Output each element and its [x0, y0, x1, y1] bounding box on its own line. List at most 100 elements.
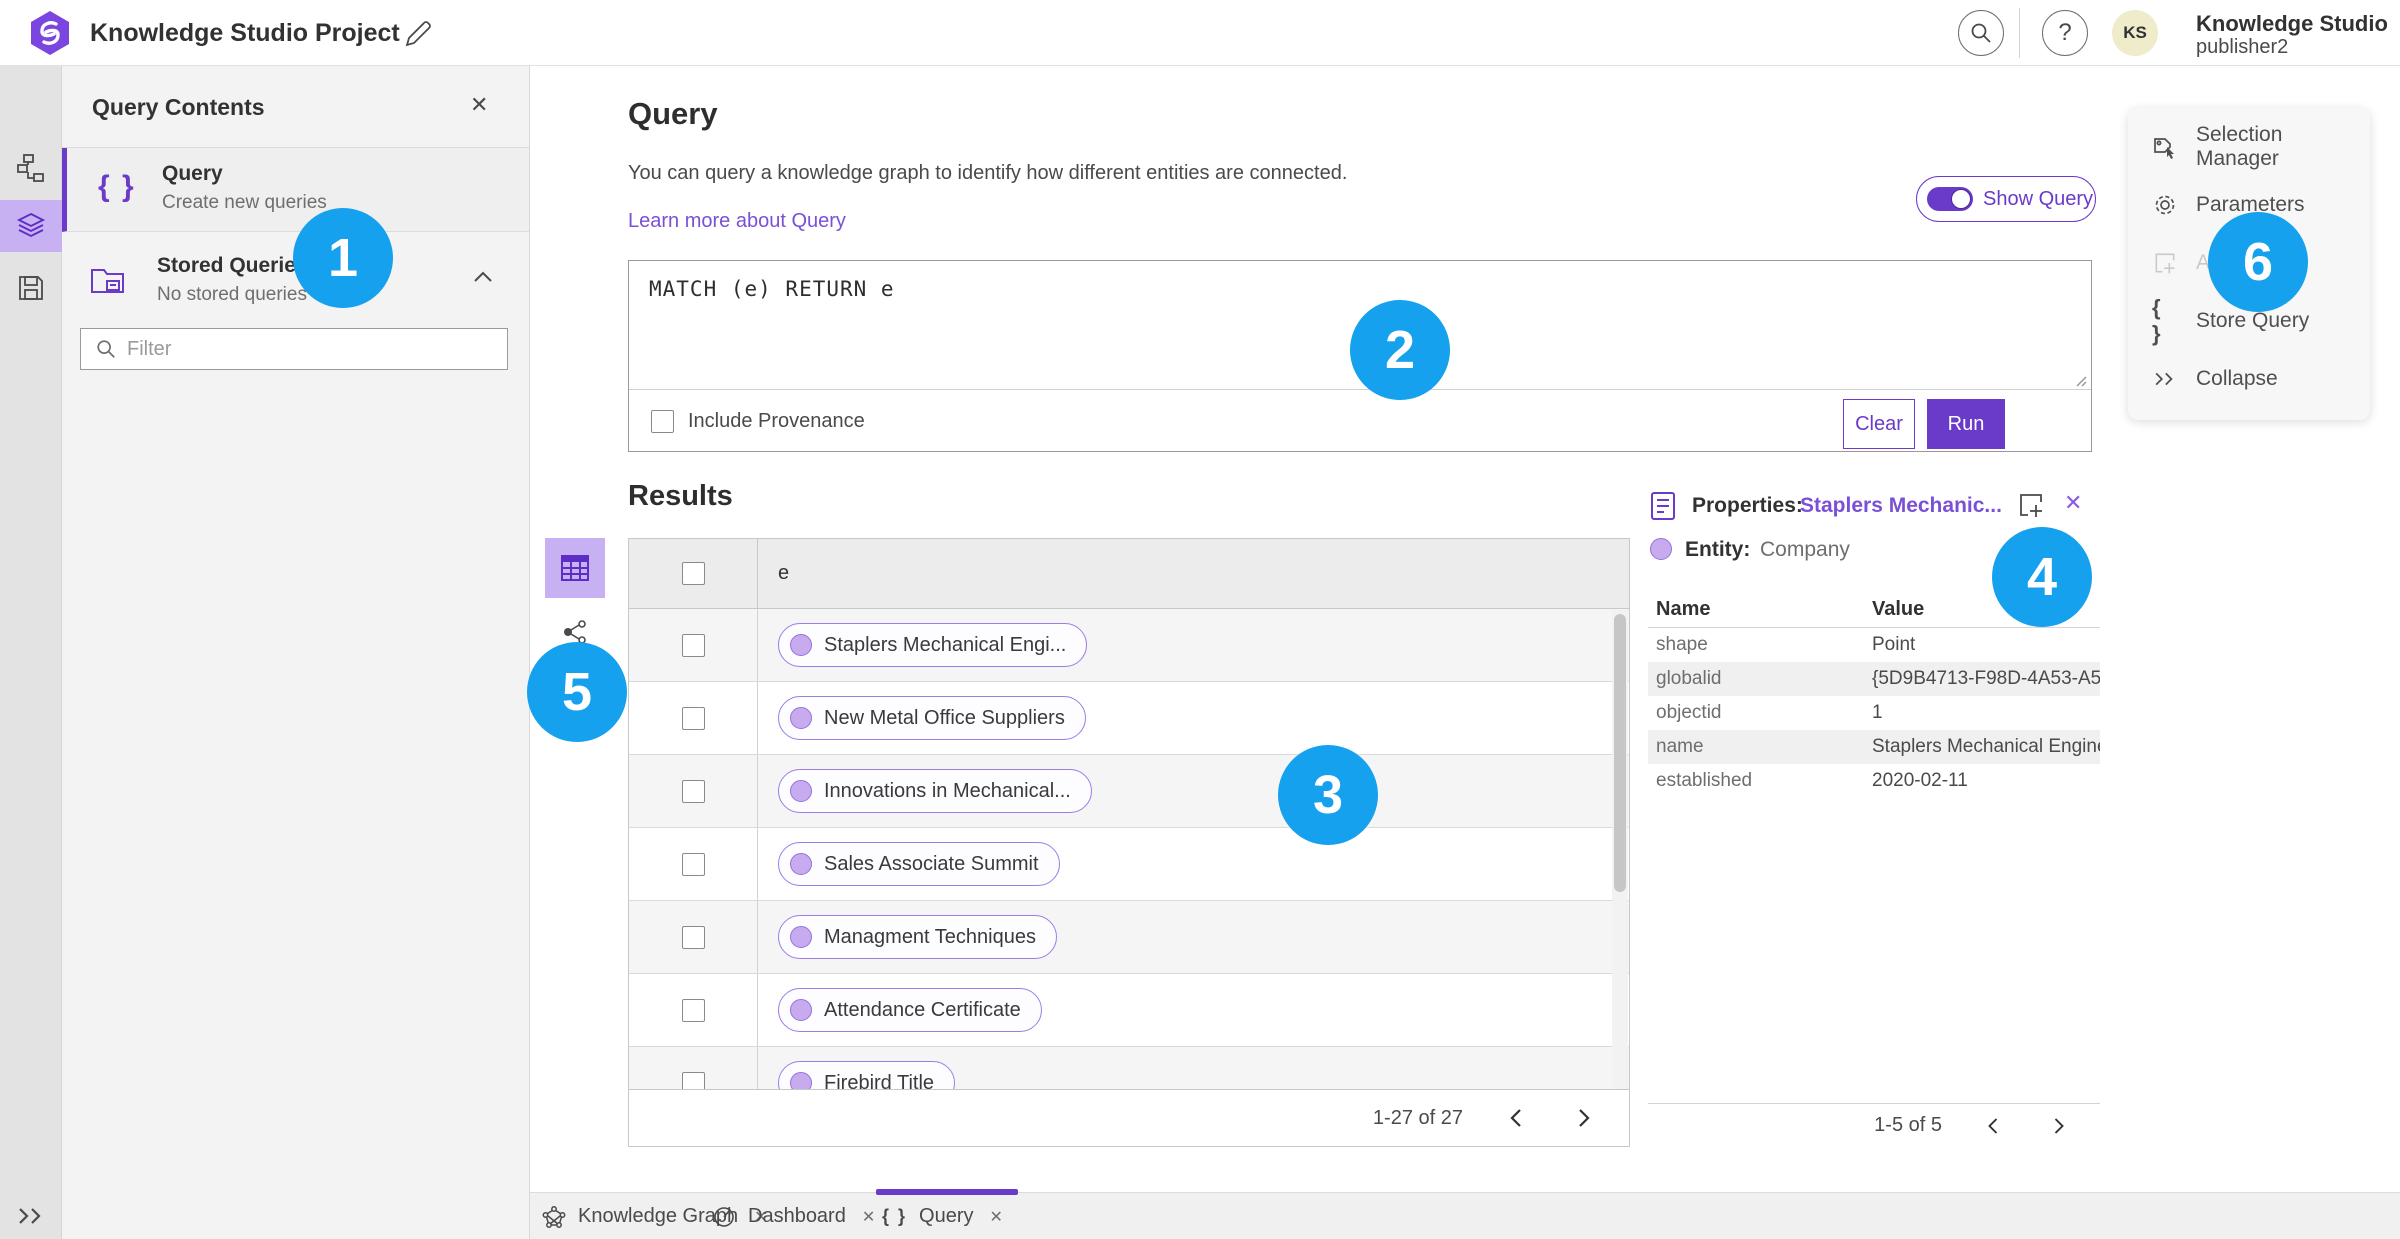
next-page-icon[interactable]: [1569, 1103, 1599, 1133]
entity-label: Entity:: [1685, 538, 1751, 561]
annotation-badge-5: 5: [527, 642, 627, 742]
query-contents-title: Query Contents: [92, 94, 265, 120]
selection-manager-icon: [2152, 134, 2178, 160]
property-value: {5D9B4713-F98D-4A53-A59F-C11...: [1872, 668, 2100, 689]
table-row[interactable]: Sales Associate Summit: [629, 828, 1629, 901]
property-value: Staplers Mechanical Engineering: [1872, 736, 2100, 757]
sidebar-item-query[interactable]: { } Query Create new queries: [62, 148, 529, 232]
entity-chip[interactable]: Firebird Title: [778, 1061, 956, 1091]
entity-chip[interactable]: Innovations in Mechanical...: [778, 769, 1092, 813]
user-name: Knowledge Studio: [2196, 11, 2388, 36]
entity-chip[interactable]: Managment Techniques: [778, 915, 1057, 959]
entity-dot-icon: [1650, 538, 1672, 560]
resize-handle-icon[interactable]: [2073, 373, 2087, 387]
row-checkbox[interactable]: [681, 998, 705, 1022]
tab-query-active[interactable]: { } Query ✕: [882, 1193, 1003, 1239]
show-query-toggle[interactable]: Show Query: [1916, 176, 2096, 222]
close-panel-icon[interactable]: ✕: [470, 92, 488, 118]
select-all-checkbox[interactable]: [681, 562, 705, 585]
prev-page-icon[interactable]: [1978, 1111, 2008, 1141]
table-row[interactable]: Staplers Mechanical Engi...: [629, 609, 1629, 682]
select-all-cell: [629, 539, 758, 608]
tab-dashboard[interactable]: Dashboard ✕: [712, 1193, 875, 1239]
hierarchy-icon[interactable]: [0, 142, 62, 194]
toggle-switch[interactable]: [1927, 187, 1973, 211]
menu-item-selection-manager[interactable]: Selection Manager: [2128, 118, 2370, 176]
row-checkbox[interactable]: [681, 852, 705, 876]
results-title: Results: [628, 480, 733, 512]
user-role: publisher2: [2196, 36, 2289, 58]
clear-button[interactable]: Clear: [1843, 399, 1915, 449]
property-row[interactable]: globalid {5D9B4713-F98D-4A53-A59F-C11...: [1648, 662, 2100, 696]
avatar[interactable]: KS: [2112, 10, 2158, 56]
properties-entity-link[interactable]: Staplers Mechanic...: [1800, 494, 2002, 518]
item-query-subtitle: Create new queries: [162, 192, 327, 213]
property-row[interactable]: name Staplers Mechanical Engineering: [1648, 730, 2100, 764]
entity-dot-icon: [790, 926, 812, 948]
scrollbar-thumb[interactable]: [1614, 614, 1626, 892]
col-header-name: Name: [1656, 598, 1711, 620]
add-to-new-icon[interactable]: [2016, 490, 2046, 520]
close-tab-icon[interactable]: ✕: [989, 1207, 1002, 1227]
results-table: e Staplers Mechanical Engi... New Metal …: [628, 538, 1630, 1147]
filter-search-icon: [97, 340, 115, 358]
next-page-icon[interactable]: [2044, 1111, 2074, 1141]
row-checkbox[interactable]: [681, 925, 705, 949]
results-table-header: e: [629, 539, 1629, 609]
collapse-chevrons-icon: [2152, 370, 2178, 388]
property-name: shape: [1656, 634, 1708, 655]
properties-label: Properties:: [1692, 494, 1803, 517]
entity-dot-icon: [790, 780, 812, 802]
entity-chip[interactable]: Attendance Certificate: [778, 988, 1042, 1032]
prev-page-icon[interactable]: [1501, 1103, 1531, 1133]
include-provenance-checkbox[interactable]: [651, 409, 674, 433]
expand-panel-icon[interactable]: [0, 1190, 62, 1239]
property-row[interactable]: established 2020-02-11: [1648, 764, 2100, 798]
table-row[interactable]: Attendance Certificate: [629, 974, 1629, 1047]
table-row[interactable]: New Metal Office Suppliers: [629, 682, 1629, 755]
entity-dot-icon: [790, 634, 812, 656]
close-properties-icon[interactable]: ✕: [2064, 490, 2082, 516]
row-checkbox[interactable]: [681, 633, 705, 657]
top-bar: Knowledge Studio Project ? KS Knowledge …: [0, 0, 2400, 66]
run-button[interactable]: Run: [1927, 399, 2005, 449]
table-row[interactable]: Firebird Title: [629, 1047, 1629, 1091]
entity-chip[interactable]: Sales Associate Summit: [778, 842, 1060, 886]
menu-item-collapse[interactable]: Collapse: [2128, 350, 2370, 408]
table-row[interactable]: Managment Techniques: [629, 901, 1629, 974]
edit-title-icon[interactable]: [402, 20, 432, 50]
toggle-knob: [1951, 189, 1971, 209]
braces-icon: { }: [98, 170, 136, 203]
query-layers-icon-active[interactable]: [0, 200, 62, 252]
entity-label: Attendance Certificate: [824, 998, 1021, 1021]
row-checkbox[interactable]: [681, 779, 705, 803]
chevron-up-icon[interactable]: [472, 270, 494, 284]
avatar-initials: KS: [2123, 23, 2147, 42]
property-row[interactable]: shape Point: [1648, 628, 2100, 662]
annotation-badge-4: 4: [1992, 527, 2092, 627]
annotation-badge-3: 3: [1278, 745, 1378, 845]
query-code-input[interactable]: MATCH (e) RETURN e: [649, 277, 895, 301]
search-button[interactable]: [1958, 10, 2004, 56]
close-tab-icon[interactable]: ✕: [862, 1207, 875, 1227]
entity-type-value: Company: [1760, 538, 1850, 561]
table-view-button[interactable]: [545, 538, 605, 598]
stored-queries-folder-icon: [90, 262, 130, 298]
braces-icon: { }: [2152, 295, 2163, 346]
app-window: Knowledge Studio Project ? KS Knowledge …: [0, 0, 2400, 1239]
save-icon[interactable]: [0, 262, 62, 314]
help-button[interactable]: ?: [2042, 10, 2088, 56]
row-checkbox[interactable]: [681, 706, 705, 730]
table-row[interactable]: Innovations in Mechanical...: [629, 755, 1629, 828]
entity-chip[interactable]: Staplers Mechanical Engi...: [778, 623, 1088, 667]
question-icon: ?: [2058, 19, 2072, 46]
project-title: Knowledge Studio Project: [90, 19, 400, 47]
item-stored-title: Stored Queries: [157, 254, 308, 277]
learn-more-link[interactable]: Learn more about Query: [628, 210, 846, 233]
scrollbar-track[interactable]: [1612, 610, 1628, 1090]
property-row[interactable]: objectid 1: [1648, 696, 2100, 730]
filter-field[interactable]: [80, 328, 508, 370]
filter-input[interactable]: [127, 337, 467, 361]
results-page-range: 1-27 of 27: [1372, 1106, 1463, 1129]
entity-chip[interactable]: New Metal Office Suppliers: [778, 696, 1086, 740]
